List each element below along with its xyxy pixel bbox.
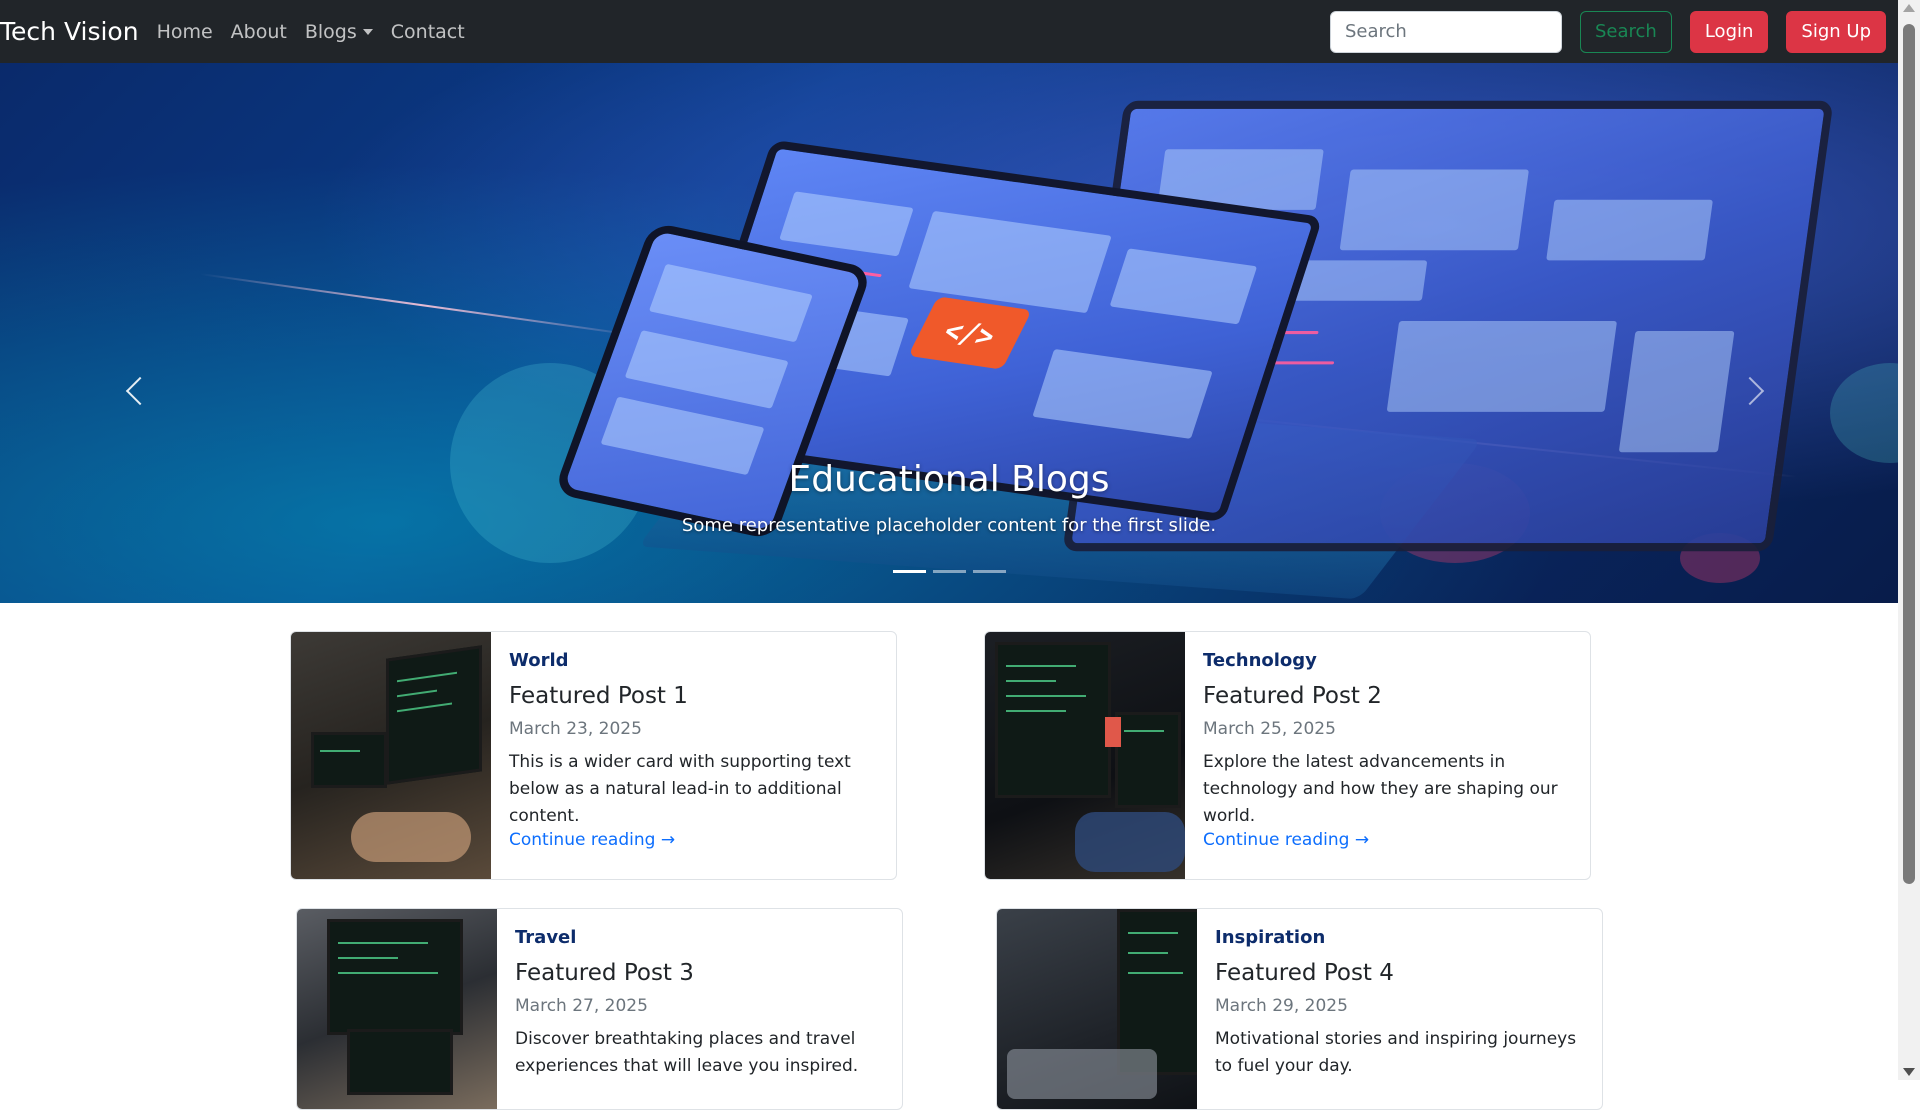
card-title: Featured Post 4 [1215, 960, 1394, 986]
search-input[interactable] [1330, 10, 1562, 53]
card-body: Technology Featured Post 2 March 25, 202… [1185, 632, 1590, 879]
featured-card: World Featured Post 1 March 23, 2025 Thi… [290, 631, 897, 880]
card-date: March 25, 2025 [1203, 719, 1336, 739]
nav-blogs-label: Blogs [304, 20, 357, 43]
caret-down-icon [362, 29, 373, 35]
card-image [985, 632, 1185, 879]
navbar-actions: Search Login Sign Up [1330, 10, 1886, 53]
navbar: Tech Vision Home About Blogs Contact Sea… [0, 0, 1898, 63]
continue-reading-link[interactable]: Continue reading → [1203, 830, 1572, 850]
nav-blogs-dropdown[interactable]: Blogs [305, 21, 373, 43]
card-title: Featured Post 2 [1203, 683, 1382, 709]
card-body: Inspiration Featured Post 4 March 29, 20… [1197, 909, 1602, 1109]
carousel-indicator-1[interactable] [892, 570, 926, 573]
carousel-indicator-2[interactable] [932, 570, 966, 573]
card-image [297, 909, 497, 1109]
nav-about[interactable]: About [231, 21, 287, 43]
card-category[interactable]: Technology [1203, 650, 1572, 671]
card-text: Explore the latest advancements in techn… [1203, 752, 1558, 826]
hero-subtitle: Some representative placeholder content … [681, 515, 1217, 536]
featured-card: Technology Featured Post 2 March 25, 202… [984, 631, 1591, 880]
card-category[interactable]: Inspiration [1215, 927, 1584, 948]
card-text: Discover breathtaking places and travel … [515, 1029, 859, 1076]
search-button[interactable]: Search [1580, 10, 1672, 53]
carousel-indicator-3[interactable] [972, 570, 1006, 573]
card-category[interactable]: Travel [515, 927, 884, 948]
vertical-scrollbar[interactable] [1898, 0, 1920, 1080]
signup-button[interactable]: Sign Up [1786, 10, 1886, 53]
scroll-up-arrow-icon[interactable] [1903, 4, 1915, 12]
card-body: World Featured Post 1 March 23, 2025 Thi… [491, 632, 896, 879]
card-text: This is a wider card with supporting tex… [509, 752, 851, 826]
card-category[interactable]: World [509, 650, 878, 671]
card-text: Motivational stories and inspiring journ… [1215, 1029, 1577, 1076]
hero-carousel: </> Educational Blogs Some representativ… [0, 63, 1898, 603]
brand-logo[interactable]: Tech Vision [0, 17, 139, 46]
card-title: Featured Post 1 [509, 683, 688, 709]
hero-title: Educational Blogs [788, 459, 1110, 500]
card-image [291, 632, 491, 879]
card-title: Featured Post 3 [515, 960, 694, 986]
card-date: March 27, 2025 [515, 996, 648, 1016]
nav-contact[interactable]: Contact [391, 21, 465, 43]
card-date: March 23, 2025 [509, 719, 642, 739]
nav-home[interactable]: Home [157, 21, 213, 43]
login-button[interactable]: Login [1689, 10, 1769, 53]
chevron-left-icon[interactable] [125, 376, 155, 406]
card-body: Travel Featured Post 3 March 27, 2025 Di… [497, 909, 902, 1109]
scrollbar-thumb[interactable] [1903, 24, 1915, 884]
card-image [997, 909, 1197, 1109]
scroll-down-arrow-icon[interactable] [1903, 1068, 1915, 1076]
carousel-indicators [0, 570, 1898, 573]
continue-reading-link[interactable]: Continue reading → [509, 830, 878, 850]
card-date: March 29, 2025 [1215, 996, 1348, 1016]
